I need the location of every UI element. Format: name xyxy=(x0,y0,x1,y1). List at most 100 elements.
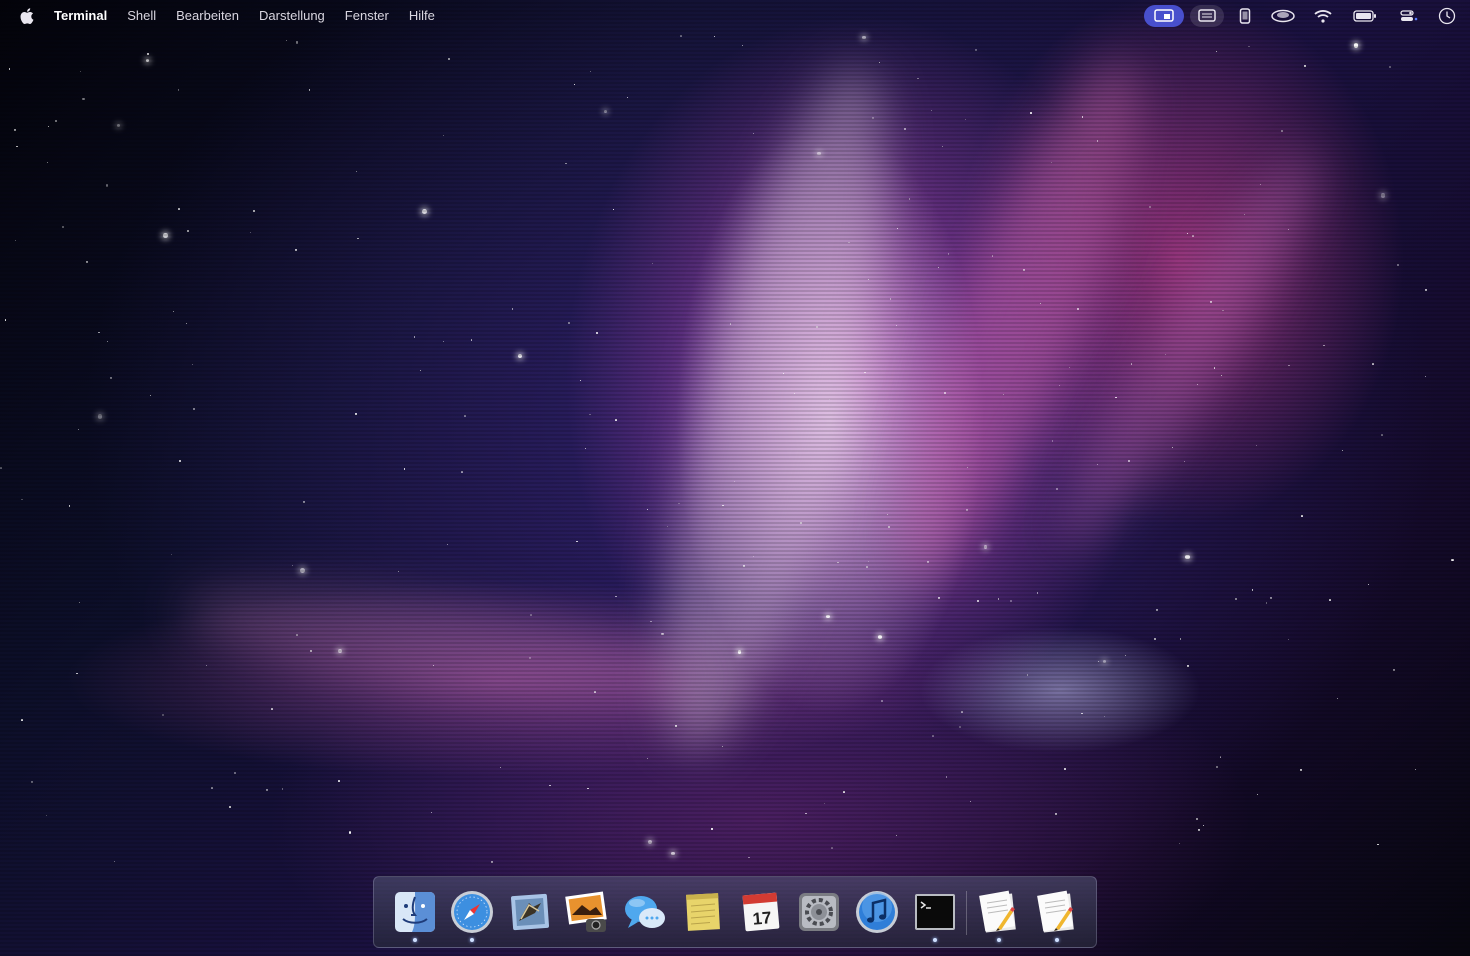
star xyxy=(20,718,23,721)
running-indicator xyxy=(1055,938,1059,942)
menu-hilfe[interactable]: Hilfe xyxy=(399,0,445,32)
star xyxy=(296,41,299,44)
star xyxy=(1179,842,1181,844)
star xyxy=(661,632,664,635)
wifi-icon[interactable] xyxy=(1306,5,1340,27)
star xyxy=(651,262,654,265)
star xyxy=(1097,660,1100,662)
battery-icon[interactable] xyxy=(1346,5,1384,27)
star xyxy=(615,595,617,598)
star xyxy=(295,249,298,252)
star xyxy=(1251,589,1254,592)
star xyxy=(1380,434,1383,436)
star xyxy=(1328,599,1331,602)
star xyxy=(447,57,450,60)
star xyxy=(69,505,71,507)
star xyxy=(864,371,866,373)
star xyxy=(206,664,208,667)
dock-item-iphoto[interactable] xyxy=(564,889,610,935)
star xyxy=(896,227,899,230)
star xyxy=(211,787,214,789)
star xyxy=(76,672,78,675)
star xyxy=(442,134,445,137)
star xyxy=(671,852,675,856)
menu-fenster[interactable]: Fenster xyxy=(335,0,399,32)
star xyxy=(1216,766,1219,769)
textedit-icon xyxy=(979,890,1016,933)
star xyxy=(565,162,567,165)
apple-logo-icon[interactable] xyxy=(20,8,34,24)
dock-item-ichat[interactable] xyxy=(622,889,668,935)
star xyxy=(1248,45,1250,48)
star xyxy=(398,570,400,572)
dock-item-system-preferences[interactable] xyxy=(796,889,842,935)
star xyxy=(944,391,947,394)
dock-item-mail[interactable] xyxy=(507,889,553,935)
star xyxy=(1104,715,1106,717)
star xyxy=(866,566,868,568)
star xyxy=(491,860,494,863)
star xyxy=(612,209,614,211)
star xyxy=(1288,638,1290,640)
star xyxy=(292,565,294,567)
menu-shell[interactable]: Shell xyxy=(117,0,166,32)
star xyxy=(1336,698,1338,700)
star xyxy=(646,757,649,760)
star xyxy=(1280,130,1283,132)
star xyxy=(595,331,598,334)
star xyxy=(433,664,434,666)
star xyxy=(414,336,416,338)
menu-bearbeiten[interactable]: Bearbeiten xyxy=(166,0,249,32)
star xyxy=(589,71,591,73)
dock-item-stickies[interactable] xyxy=(680,889,726,935)
star xyxy=(931,109,933,111)
star xyxy=(1270,596,1273,599)
running-indicator xyxy=(997,938,1001,942)
star xyxy=(355,412,357,415)
cloud-sync-icon[interactable] xyxy=(1266,5,1300,27)
dock-item-safari[interactable] xyxy=(449,889,495,942)
star xyxy=(722,745,724,747)
star xyxy=(1451,558,1454,562)
star xyxy=(117,123,121,128)
star xyxy=(1179,638,1182,640)
star xyxy=(511,308,514,310)
star xyxy=(1058,384,1061,387)
star xyxy=(904,127,907,130)
ichat-icon xyxy=(625,896,665,928)
star xyxy=(573,84,575,86)
star xyxy=(47,125,50,128)
running-indicator xyxy=(413,938,417,942)
dock-item-itunes[interactable] xyxy=(854,889,900,935)
display-mirroring-icon[interactable] xyxy=(1144,5,1184,27)
star xyxy=(614,419,617,421)
star xyxy=(281,788,284,790)
star xyxy=(296,634,298,636)
star xyxy=(30,781,33,784)
dock-item-textedit[interactable] xyxy=(976,889,1022,942)
running-indicator xyxy=(933,938,937,942)
dock-item-textedit[interactable] xyxy=(1034,889,1080,942)
star xyxy=(442,340,444,342)
star xyxy=(917,77,919,80)
clock-icon[interactable] xyxy=(1434,5,1460,27)
dock-item-finder[interactable] xyxy=(392,889,438,942)
star xyxy=(1380,193,1385,198)
dock-item-terminal[interactable] xyxy=(912,889,958,942)
menu-darstellung[interactable]: Darstellung xyxy=(249,0,335,32)
star xyxy=(823,802,825,804)
star xyxy=(302,500,305,503)
menu-app-name[interactable]: Terminal xyxy=(54,0,117,32)
star xyxy=(589,413,591,416)
star xyxy=(549,784,551,787)
star xyxy=(178,208,180,210)
star xyxy=(1192,234,1195,237)
phone-icon[interactable] xyxy=(1230,5,1260,27)
dock-item-ical[interactable]: 17 xyxy=(738,889,784,935)
star xyxy=(285,39,287,42)
screen-icon[interactable] xyxy=(1190,5,1224,27)
control-center-icon[interactable] xyxy=(1390,5,1428,27)
star xyxy=(461,471,463,474)
star xyxy=(942,146,944,148)
star xyxy=(1149,205,1152,208)
